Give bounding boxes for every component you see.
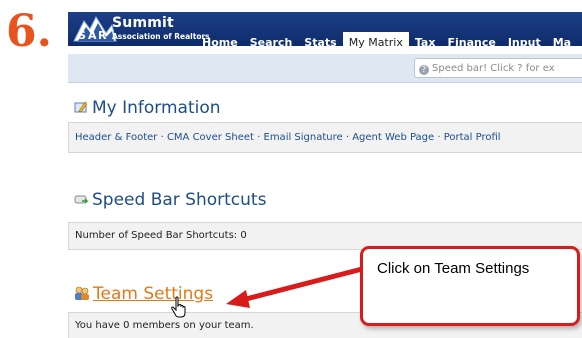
speed-bar-shortcuts-title: Speed Bar Shortcuts	[92, 190, 267, 210]
help-icon[interactable]: ?	[419, 65, 429, 75]
main-nav: Home Search Stats My Matrix Tax Finance …	[196, 32, 577, 54]
tab-stats[interactable]: Stats	[298, 32, 342, 54]
svg-text:S: S	[78, 29, 86, 42]
link-agent-web-page[interactable]: Agent Web Page	[352, 132, 434, 143]
tab-finance[interactable]: Finance	[441, 32, 501, 54]
my-information-heading: My Information	[74, 98, 221, 118]
my-information-title: My Information	[92, 98, 221, 118]
tab-input[interactable]: Input	[502, 32, 547, 54]
link-cma-cover-sheet[interactable]: CMA Cover Sheet	[167, 132, 254, 143]
callout-text: Click on Team Settings	[377, 260, 530, 277]
logo-text: Summit Association of Realtors	[112, 16, 210, 44]
link-header-footer[interactable]: Header & Footer	[75, 132, 157, 143]
team-icon	[75, 286, 89, 300]
instruction-callout: Click on Team Settings	[360, 246, 580, 326]
speed-bar-icon	[74, 195, 88, 204]
logo-name: Summit	[112, 15, 174, 31]
speed-bar-shortcuts-heading: Speed Bar Shortcuts	[74, 190, 266, 210]
tab-more[interactable]: Ma	[547, 32, 577, 54]
my-information-icon	[74, 101, 88, 113]
speed-bar-placeholder: Speed bar! Click ? for ex	[432, 63, 555, 74]
link-portal-profile[interactable]: Portal Profil	[444, 132, 501, 143]
tab-my-matrix[interactable]: My Matrix	[342, 32, 409, 54]
tab-home[interactable]: Home	[196, 32, 244, 54]
svg-text:R: R	[98, 29, 107, 42]
team-members-text: You have 0 members on your team.	[75, 320, 254, 331]
speed-bar-input[interactable]: ? Speed bar! Click ? for ex	[414, 58, 582, 78]
shortcuts-count: Number of Speed Bar Shortcuts: 0	[75, 230, 247, 241]
hand-cursor-icon	[171, 296, 186, 318]
red-arrow-icon	[226, 265, 367, 308]
step-number: 6.	[6, 6, 52, 57]
link-email-signature[interactable]: Email Signature	[264, 132, 343, 143]
team-settings-heading: Team Settings	[74, 284, 213, 304]
my-information-panel: Header & Footer · CMA Cover Sheet · Emai…	[68, 122, 582, 153]
tab-search[interactable]: Search	[244, 32, 299, 54]
tab-tax[interactable]: Tax	[409, 32, 442, 54]
team-settings-link[interactable]: Team Settings	[93, 284, 213, 304]
logo-subtitle: Association of Realtors	[112, 32, 210, 41]
svg-text:A: A	[88, 29, 97, 42]
